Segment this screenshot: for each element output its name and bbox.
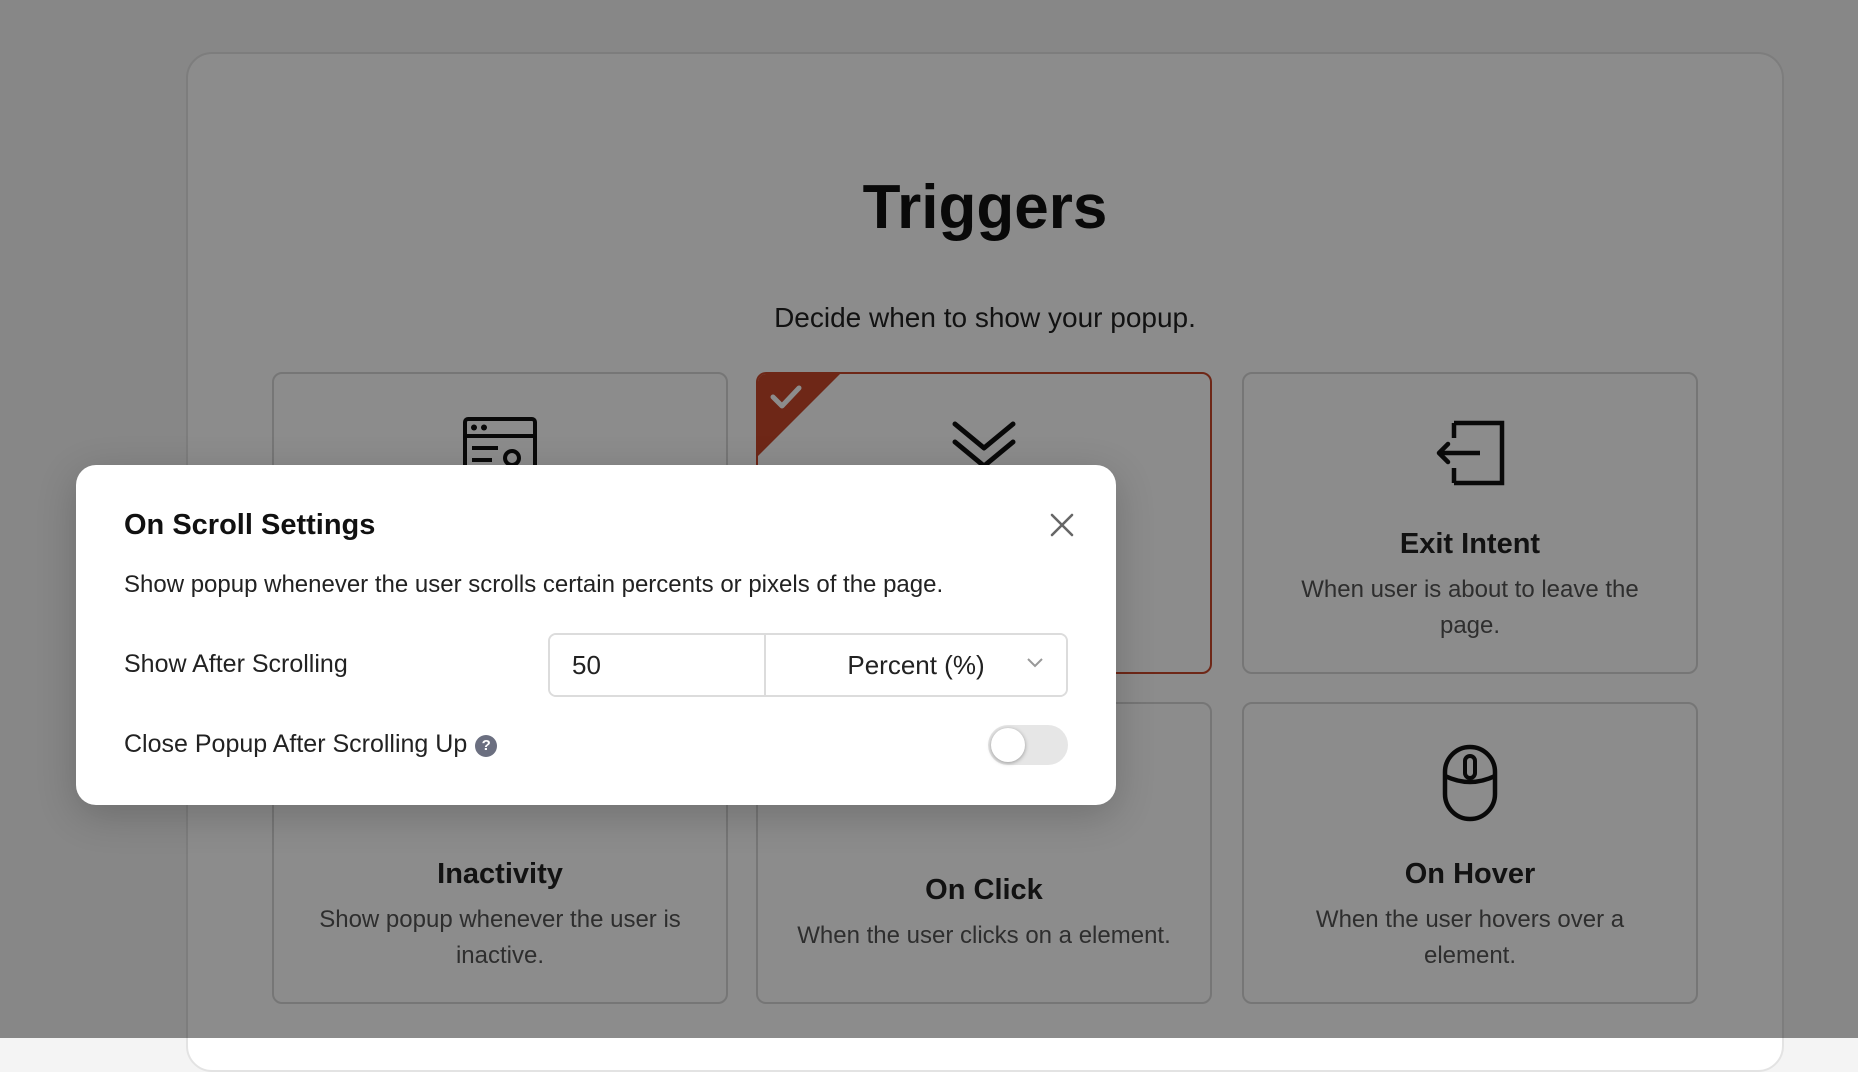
scroll-amount-input[interactable] [550, 635, 766, 695]
on-scroll-settings-modal: On Scroll Settings Show popup whenever t… [76, 465, 1116, 805]
scroll-unit-value: Percent (%) [847, 649, 985, 680]
close-button[interactable] [1042, 505, 1082, 545]
show-after-scrolling-label: Show After Scrolling [124, 650, 348, 678]
close-after-scrolling-label: Close Popup After Scrolling Up [124, 730, 468, 758]
close-after-scrolling-toggle[interactable] [988, 725, 1068, 765]
scroll-amount-group: Percent (%) [548, 633, 1068, 697]
page-background: Triggers Decide when to show your popup.… [0, 0, 1858, 1072]
scroll-unit-select[interactable]: Percent (%) [766, 635, 1066, 695]
close-icon [1050, 513, 1074, 537]
close-after-scrolling-row: Close Popup After Scrolling Up? [124, 730, 498, 759]
chevron-down-icon [1027, 658, 1043, 668]
modal-title: On Scroll Settings [124, 509, 376, 541]
help-icon[interactable]: ? [475, 734, 498, 757]
modal-description: Show popup whenever the user scrolls cer… [124, 571, 944, 598]
toggle-knob [991, 728, 1025, 762]
